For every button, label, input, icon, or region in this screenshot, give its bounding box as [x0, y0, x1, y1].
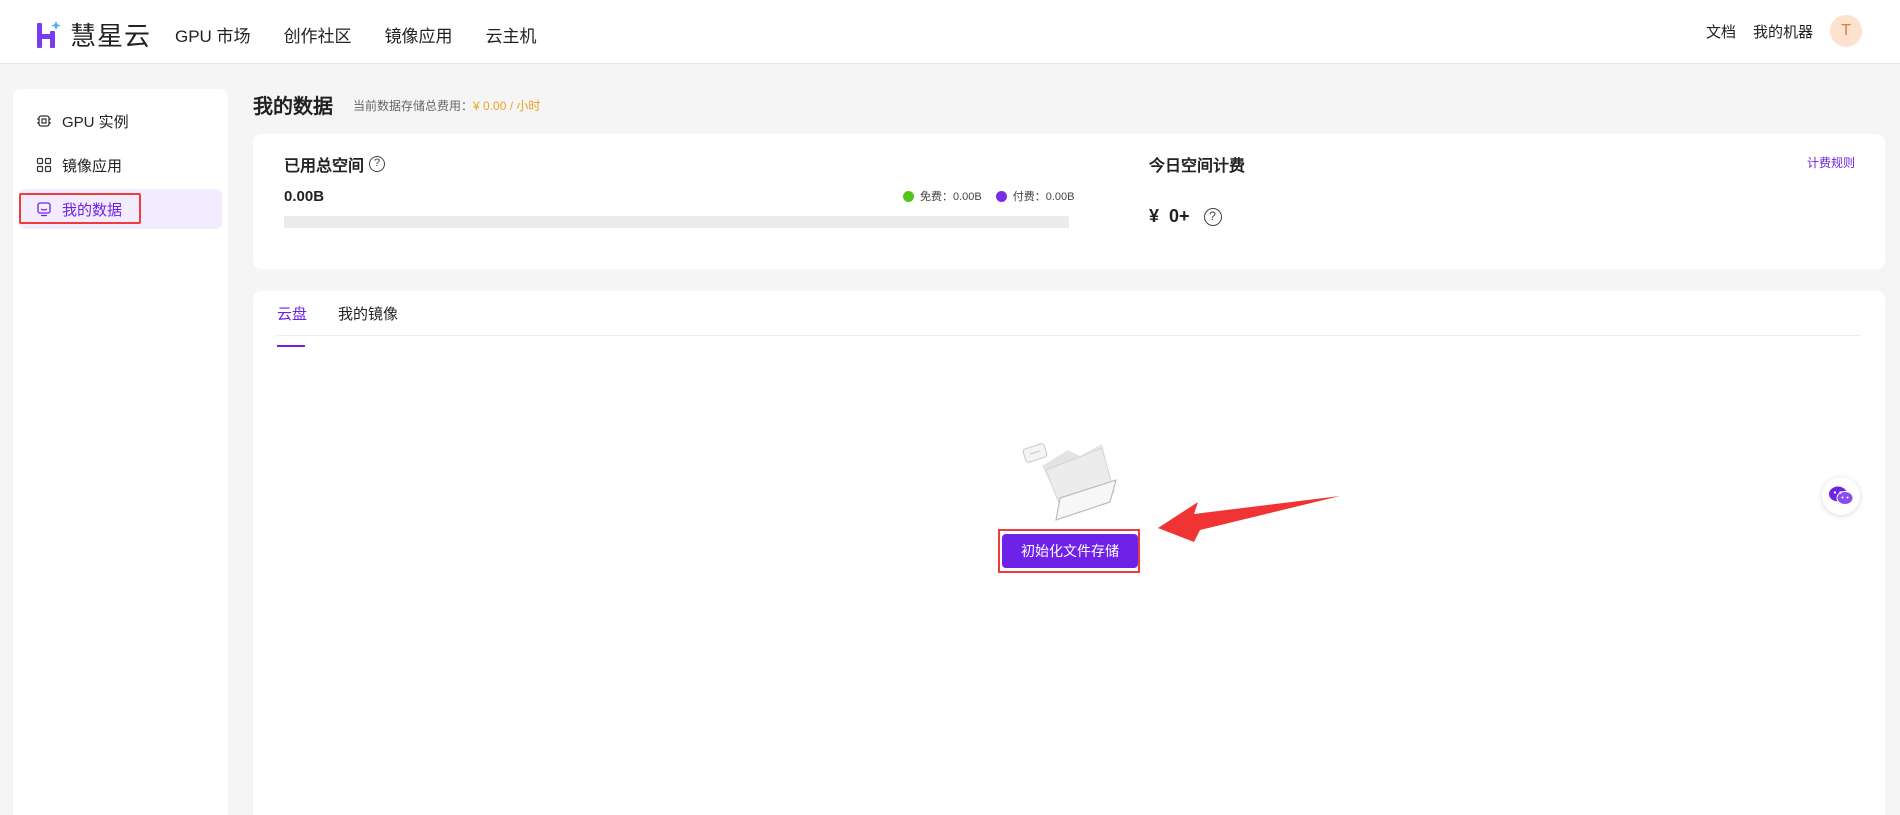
storage-cost-value: ¥ 0.00 / 小时 — [473, 99, 541, 113]
grid-apps-icon — [36, 157, 52, 173]
today-billing-amount: ¥ 0+ — [1149, 206, 1190, 226]
wechat-icon — [1829, 486, 1854, 505]
data-monitor-icon — [37, 202, 51, 217]
usage-progress-bar — [284, 216, 1069, 228]
sidebar-item-image-apps[interactable]: 镜像应用 — [19, 145, 222, 185]
page-title: 我的数据 — [253, 96, 333, 118]
sidebar-item-my-data[interactable]: 我的数据 — [19, 189, 222, 229]
init-file-storage-button[interactable]: 初始化文件存储 — [1002, 534, 1138, 568]
user-avatar[interactable]: T — [1830, 15, 1862, 47]
sidebar-item-label: 我的数据 — [62, 201, 123, 219]
main-nav: GPU 市场 创作社区 镜像应用 云主机 — [175, 22, 570, 47]
nav-gpu-market[interactable]: GPU 市场 — [175, 22, 251, 47]
legend-dot-free — [903, 190, 914, 202]
nav-right: 文档 我的机器 T — [1689, 15, 1862, 47]
sidebar-item-gpu-instances[interactable]: GPU 实例 — [19, 101, 222, 141]
wechat-contact-button[interactable] — [1822, 477, 1860, 515]
help-icon[interactable]: ? — [1203, 207, 1222, 226]
sidebar: GPU 实例 镜像应用 我的数据 — [13, 89, 228, 815]
legend-free-label: 免费：0.00B — [920, 191, 982, 203]
usage-legend: 免费：0.00B 付费：0.00B — [889, 188, 1075, 204]
tab-active-underline — [277, 345, 305, 347]
nav-creator-community[interactable]: 创作社区 — [284, 22, 352, 47]
nav-image-apps[interactable]: 镜像应用 — [385, 22, 453, 47]
tab-cloud-disk[interactable]: 云盘 — [277, 303, 308, 347]
brand-logo[interactable]: 慧星云 — [36, 16, 151, 53]
today-billing-title: 今日空间计费 — [1149, 158, 1246, 175]
legend-dot-paid — [995, 190, 1007, 202]
used-space-title: 已用总空间 ? — [284, 152, 386, 176]
top-navbar: 慧星云 GPU 市场 创作社区 镜像应用 云主机 文档 我的机器 T — [0, 0, 1900, 64]
billing-rules-link[interactable]: 计费规则 — [1807, 154, 1855, 171]
legend-paid-label: 付费：0.00B — [1012, 191, 1075, 203]
legend-paid: 付费：0.00B — [995, 188, 1075, 204]
nav-my-machines-link[interactable]: 我的机器 — [1753, 21, 1813, 42]
nav-cloud-host[interactable]: 云主机 — [486, 22, 537, 47]
brand-name: 慧星云 — [70, 21, 152, 51]
used-space-value: 0.00B — [284, 188, 325, 205]
nav-docs-link[interactable]: 文档 — [1706, 21, 1736, 42]
sidebar-item-label: 镜像应用 — [62, 157, 123, 175]
today-billing-value: ¥ 0+ ? — [1149, 206, 1222, 227]
storage-cost-summary: 当前数据存储总费用：¥ 0.00 / 小时 — [353, 97, 540, 114]
tab-cloud-disk-label: 云盘 — [277, 306, 308, 323]
storage-summary-card: 已用总空间 ? 0.00B 免费：0.00B 付费：0.00B 今日空间计费 ¥… — [253, 134, 1885, 269]
tab-my-images[interactable]: 我的镜像 — [338, 303, 398, 324]
sidebar-item-label: GPU 实例 — [62, 113, 129, 131]
logo-mark-icon — [37, 20, 61, 48]
help-icon[interactable]: ? — [369, 156, 386, 172]
storage-cost-label: 当前数据存储总费用： — [353, 99, 474, 113]
data-tabs: 云盘 我的镜像 — [277, 291, 1861, 347]
empty-folder-icon — [1022, 443, 1117, 521]
data-content-card: 云盘 我的镜像 初始化文件存储 — [253, 291, 1885, 815]
used-space-title-text: 已用总空间 — [284, 158, 365, 175]
chip-icon — [37, 115, 51, 127]
legend-free: 免费：0.00B — [903, 188, 982, 204]
